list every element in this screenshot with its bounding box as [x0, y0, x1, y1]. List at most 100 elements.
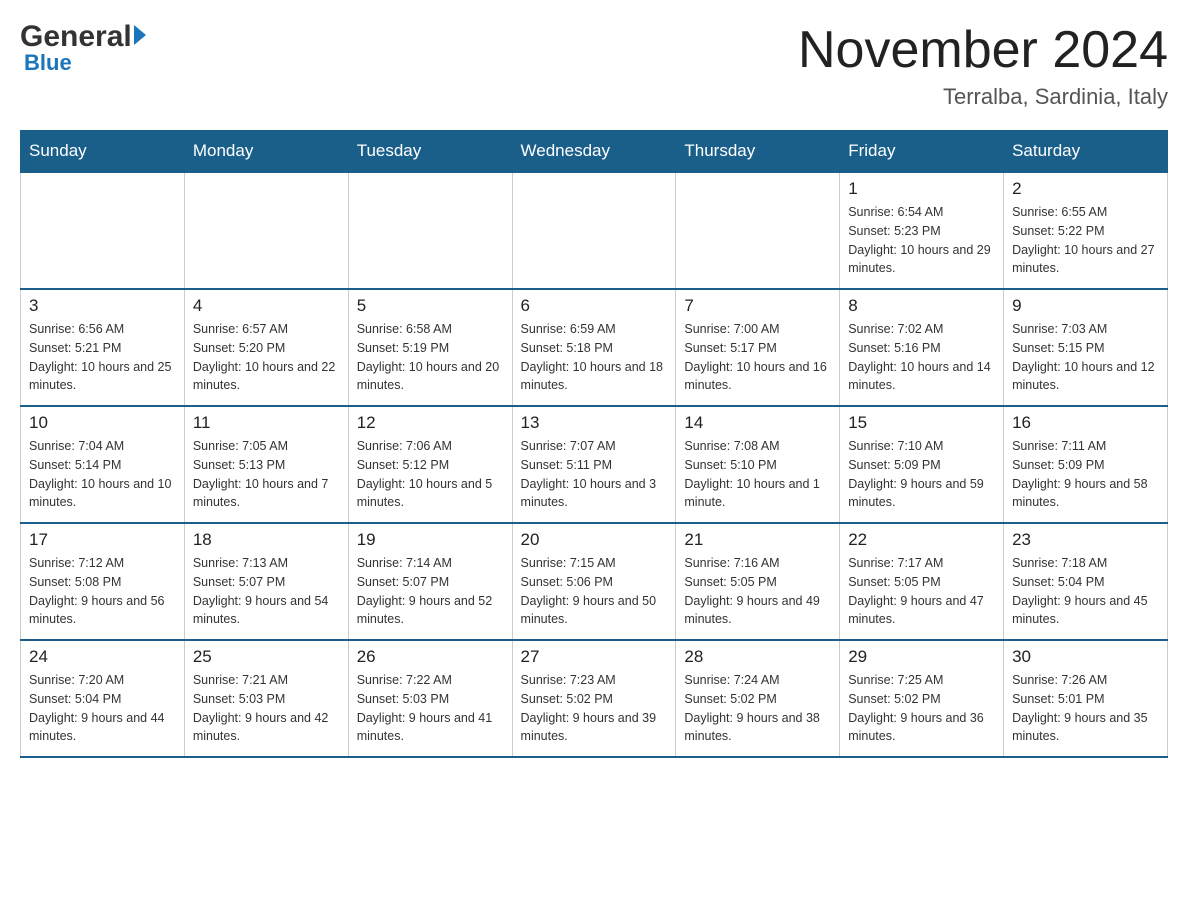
calendar-cell: 28 Sunrise: 7:24 AM Sunset: 5:02 PM Dayli…	[676, 640, 840, 757]
day-number: 22	[848, 530, 995, 550]
day-info: Sunrise: 7:26 AM Sunset: 5:01 PM Dayligh…	[1012, 671, 1159, 746]
day-info: Sunrise: 7:17 AM Sunset: 5:05 PM Dayligh…	[848, 554, 995, 629]
day-info: Sunrise: 7:07 AM Sunset: 5:11 PM Dayligh…	[521, 437, 668, 512]
day-number: 30	[1012, 647, 1159, 667]
day-number: 29	[848, 647, 995, 667]
column-header-monday: Monday	[184, 131, 348, 173]
day-info: Sunrise: 7:13 AM Sunset: 5:07 PM Dayligh…	[193, 554, 340, 629]
day-number: 3	[29, 296, 176, 316]
calendar-cell: 26 Sunrise: 7:22 AM Sunset: 5:03 PM Dayli…	[348, 640, 512, 757]
day-info: Sunrise: 6:55 AM Sunset: 5:22 PM Dayligh…	[1012, 203, 1159, 278]
day-info: Sunrise: 7:22 AM Sunset: 5:03 PM Dayligh…	[357, 671, 504, 746]
day-number: 28	[684, 647, 831, 667]
title-area: November 2024 Terralba, Sardinia, Italy	[798, 20, 1168, 110]
column-header-friday: Friday	[840, 131, 1004, 173]
day-info: Sunrise: 6:59 AM Sunset: 5:18 PM Dayligh…	[521, 320, 668, 395]
day-number: 27	[521, 647, 668, 667]
page-header: General Blue November 2024 Terralba, Sar…	[20, 20, 1168, 110]
calendar-cell: 3 Sunrise: 6:56 AM Sunset: 5:21 PM Daylig…	[21, 289, 185, 406]
calendar-cell: 5 Sunrise: 6:58 AM Sunset: 5:19 PM Daylig…	[348, 289, 512, 406]
day-info: Sunrise: 7:03 AM Sunset: 5:15 PM Dayligh…	[1012, 320, 1159, 395]
day-info: Sunrise: 7:11 AM Sunset: 5:09 PM Dayligh…	[1012, 437, 1159, 512]
column-header-wednesday: Wednesday	[512, 131, 676, 173]
location-title: Terralba, Sardinia, Italy	[798, 84, 1168, 110]
calendar-cell: 21Sunrise: 7:16 AM Sunset: 5:05 PM Dayli…	[676, 523, 840, 640]
day-info: Sunrise: 7:21 AM Sunset: 5:03 PM Dayligh…	[193, 671, 340, 746]
day-number: 1	[848, 179, 995, 199]
calendar-cell	[676, 172, 840, 289]
month-title: November 2024	[798, 20, 1168, 80]
calendar-cell: 27 Sunrise: 7:23 AM Sunset: 5:02 PM Dayli…	[512, 640, 676, 757]
logo-arrow-icon	[134, 25, 146, 45]
day-number: 5	[357, 296, 504, 316]
calendar-week-1: 1 Sunrise: 6:54 AM Sunset: 5:23 PM Daylig…	[21, 172, 1168, 289]
calendar-week-3: 10 Sunrise: 7:04 AM Sunset: 5:14 PM Dayli…	[21, 406, 1168, 523]
day-info: Sunrise: 7:05 AM Sunset: 5:13 PM Dayligh…	[193, 437, 340, 512]
day-number: 6	[521, 296, 668, 316]
day-number: 9	[1012, 296, 1159, 316]
day-number: 10	[29, 413, 176, 433]
day-number: 12	[357, 413, 504, 433]
day-info: Sunrise: 7:02 AM Sunset: 5:16 PM Dayligh…	[848, 320, 995, 395]
calendar-cell: 11 Sunrise: 7:05 AM Sunset: 5:13 PM Dayli…	[184, 406, 348, 523]
calendar-cell: 20 Sunrise: 7:15 AM Sunset: 5:06 PM Dayli…	[512, 523, 676, 640]
calendar-cell	[184, 172, 348, 289]
day-number: 19	[357, 530, 504, 550]
calendar-header-row: SundayMondayTuesdayWednesdayThursdayFrid…	[21, 131, 1168, 173]
calendar-cell: 15Sunrise: 7:10 AM Sunset: 5:09 PM Dayli…	[840, 406, 1004, 523]
logo-text: General	[20, 20, 146, 54]
logo-blue: Blue	[24, 50, 72, 76]
calendar-week-4: 17Sunrise: 7:12 AM Sunset: 5:08 PM Dayli…	[21, 523, 1168, 640]
calendar-table: SundayMondayTuesdayWednesdayThursdayFrid…	[20, 130, 1168, 758]
day-number: 11	[193, 413, 340, 433]
day-number: 4	[193, 296, 340, 316]
day-info: Sunrise: 6:57 AM Sunset: 5:20 PM Dayligh…	[193, 320, 340, 395]
calendar-cell: 12 Sunrise: 7:06 AM Sunset: 5:12 PM Dayli…	[348, 406, 512, 523]
column-header-saturday: Saturday	[1004, 131, 1168, 173]
calendar-cell	[512, 172, 676, 289]
day-info: Sunrise: 7:08 AM Sunset: 5:10 PM Dayligh…	[684, 437, 831, 512]
day-info: Sunrise: 7:18 AM Sunset: 5:04 PM Dayligh…	[1012, 554, 1159, 629]
day-info: Sunrise: 7:25 AM Sunset: 5:02 PM Dayligh…	[848, 671, 995, 746]
calendar-cell	[21, 172, 185, 289]
calendar-week-5: 24Sunrise: 7:20 AM Sunset: 5:04 PM Dayli…	[21, 640, 1168, 757]
day-number: 8	[848, 296, 995, 316]
day-info: Sunrise: 6:54 AM Sunset: 5:23 PM Dayligh…	[848, 203, 995, 278]
calendar-cell: 2 Sunrise: 6:55 AM Sunset: 5:22 PM Daylig…	[1004, 172, 1168, 289]
day-number: 2	[1012, 179, 1159, 199]
day-info: Sunrise: 7:15 AM Sunset: 5:06 PM Dayligh…	[521, 554, 668, 629]
calendar-cell: 18 Sunrise: 7:13 AM Sunset: 5:07 PM Dayli…	[184, 523, 348, 640]
calendar-cell: 10 Sunrise: 7:04 AM Sunset: 5:14 PM Dayli…	[21, 406, 185, 523]
column-header-thursday: Thursday	[676, 131, 840, 173]
day-info: Sunrise: 7:23 AM Sunset: 5:02 PM Dayligh…	[521, 671, 668, 746]
calendar-cell: 19 Sunrise: 7:14 AM Sunset: 5:07 PM Dayli…	[348, 523, 512, 640]
logo-general: General	[20, 20, 132, 54]
calendar-cell: 29 Sunrise: 7:25 AM Sunset: 5:02 PM Dayli…	[840, 640, 1004, 757]
day-number: 17	[29, 530, 176, 550]
day-info: Sunrise: 7:04 AM Sunset: 5:14 PM Dayligh…	[29, 437, 176, 512]
calendar-cell: 6 Sunrise: 6:59 AM Sunset: 5:18 PM Daylig…	[512, 289, 676, 406]
column-header-sunday: Sunday	[21, 131, 185, 173]
day-number: 18	[193, 530, 340, 550]
calendar-cell	[348, 172, 512, 289]
day-number: 7	[684, 296, 831, 316]
calendar-cell: 9 Sunrise: 7:03 AM Sunset: 5:15 PM Daylig…	[1004, 289, 1168, 406]
day-info: Sunrise: 6:56 AM Sunset: 5:21 PM Dayligh…	[29, 320, 176, 395]
day-number: 26	[357, 647, 504, 667]
day-info: Sunrise: 7:24 AM Sunset: 5:02 PM Dayligh…	[684, 671, 831, 746]
day-number: 16	[1012, 413, 1159, 433]
calendar-cell: 30 Sunrise: 7:26 AM Sunset: 5:01 PM Dayli…	[1004, 640, 1168, 757]
calendar-cell: 14Sunrise: 7:08 AM Sunset: 5:10 PM Dayli…	[676, 406, 840, 523]
calendar-week-2: 3 Sunrise: 6:56 AM Sunset: 5:21 PM Daylig…	[21, 289, 1168, 406]
day-info: Sunrise: 7:06 AM Sunset: 5:12 PM Dayligh…	[357, 437, 504, 512]
day-info: Sunrise: 6:58 AM Sunset: 5:19 PM Dayligh…	[357, 320, 504, 395]
day-info: Sunrise: 7:14 AM Sunset: 5:07 PM Dayligh…	[357, 554, 504, 629]
calendar-cell: 1 Sunrise: 6:54 AM Sunset: 5:23 PM Daylig…	[840, 172, 1004, 289]
day-number: 23	[1012, 530, 1159, 550]
day-number: 20	[521, 530, 668, 550]
calendar-cell: 13Sunrise: 7:07 AM Sunset: 5:11 PM Dayli…	[512, 406, 676, 523]
calendar-cell: 16 Sunrise: 7:11 AM Sunset: 5:09 PM Dayli…	[1004, 406, 1168, 523]
day-info: Sunrise: 7:00 AM Sunset: 5:17 PM Dayligh…	[684, 320, 831, 395]
calendar-cell: 7 Sunrise: 7:00 AM Sunset: 5:17 PM Daylig…	[676, 289, 840, 406]
logo: General Blue	[20, 20, 146, 76]
